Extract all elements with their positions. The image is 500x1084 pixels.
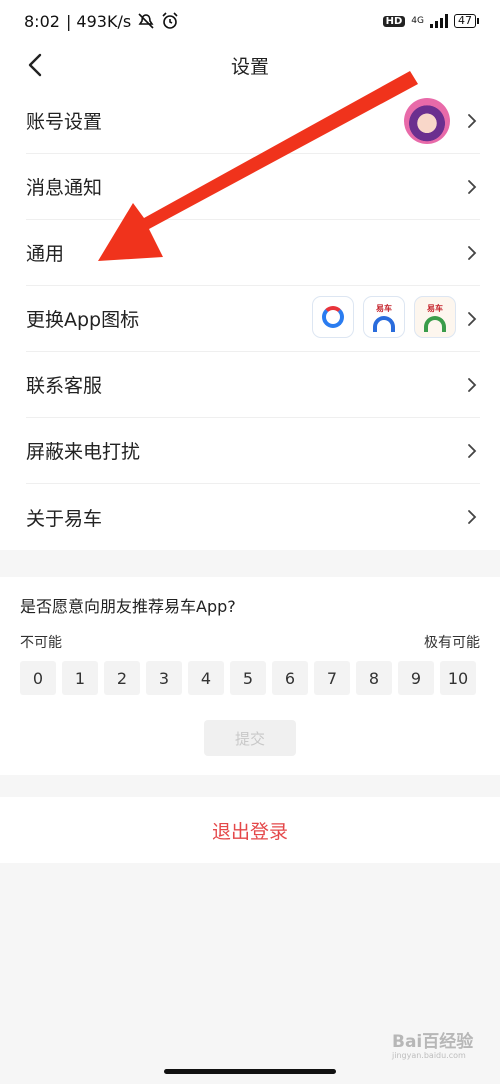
survey-high-label: 极有可能 (424, 635, 480, 651)
app-icon-brand: 易车 (376, 303, 392, 313)
yiche-logo-icon (322, 306, 344, 328)
settings-item-label: 账号设置 (26, 111, 103, 133)
app-icon-option-festive[interactable]: 易车 (414, 296, 456, 338)
score-option-7[interactable]: 7 (314, 661, 350, 695)
settings-item-label: 关于易车 (26, 507, 103, 530)
settings-item-account[interactable]: 账号设置 (26, 88, 480, 154)
app-icon-options: 易车 易车 (312, 296, 456, 338)
festive-arch-icon (424, 315, 446, 332)
settings-item-about[interactable]: 关于易车 (26, 484, 480, 550)
score-option-5[interactable]: 5 (230, 661, 266, 695)
survey-low-label: 不可能 (20, 635, 62, 651)
arch-icon (373, 315, 395, 332)
status-speed: | 493K/s (65, 11, 132, 31)
home-indicator[interactable] (164, 1069, 336, 1074)
settings-page: 8:02 | 493K/s HD 4G 47 设置 账号设置 消息通知 通用 更… (0, 0, 500, 1084)
battery-icon: 47 (454, 14, 479, 28)
settings-item-label: 更换App图标 (26, 309, 140, 331)
app-icon-option-arch[interactable]: 易车 (363, 296, 405, 338)
signal-icon (430, 14, 448, 28)
network-type: 4G (411, 16, 424, 26)
app-icon-brand: 易车 (427, 303, 443, 313)
alarm-icon (162, 12, 178, 29)
settings-item-label: 消息通知 (26, 177, 103, 199)
watermark: Bai百经验 jingyan.baidu.com (392, 1025, 482, 1061)
logout-label: 退出登录 (211, 820, 288, 843)
score-option-9[interactable]: 9 (398, 661, 434, 695)
settings-item-general[interactable]: 通用 (26, 220, 480, 286)
score-option-6[interactable]: 6 (272, 661, 308, 695)
settings-item-label: 通用 (26, 243, 65, 265)
nav-bar: 设置 (0, 42, 500, 88)
mute-icon (138, 13, 154, 29)
logout-button[interactable]: 退出登录 (0, 797, 500, 863)
status-right: HD 4G 47 (382, 14, 479, 28)
settings-item-customer-service[interactable]: 联系客服 (26, 352, 480, 418)
settings-item-label: 联系客服 (26, 375, 103, 397)
chevron-right-icon (468, 443, 477, 458)
settings-item-label: 屏蔽来电打扰 (26, 441, 141, 463)
score-option-4[interactable]: 4 (188, 661, 224, 695)
hd-badge: HD (382, 15, 406, 27)
status-time: 8:02 (24, 11, 60, 31)
page-title: 设置 (230, 55, 269, 78)
score-options: 0 1 2 3 4 5 6 7 8 9 10 (20, 661, 476, 695)
recommend-survey: 是否愿意向朋友推荐易车App? 不可能 极有可能 0 1 2 3 4 5 6 7… (0, 577, 500, 775)
chevron-right-icon (468, 113, 477, 128)
chevron-right-icon (468, 377, 477, 392)
watermark-url: jingyan.baidu.com (392, 1051, 466, 1060)
status-left: 8:02 | 493K/s (24, 12, 179, 31)
settings-list: 账号设置 消息通知 通用 更换App图标 易车 易车 联系客服 屏蔽来电打扰 关… (0, 88, 500, 550)
settings-item-block-calls[interactable]: 屏蔽来电打扰 (26, 418, 480, 484)
score-option-8[interactable]: 8 (356, 661, 392, 695)
score-option-1[interactable]: 1 (62, 661, 98, 695)
score-option-3[interactable]: 3 (146, 661, 182, 695)
settings-item-app-icon[interactable]: 更换App图标 易车 易车 (26, 286, 480, 352)
score-option-0[interactable]: 0 (20, 661, 56, 695)
chevron-right-icon (468, 311, 477, 326)
settings-item-notifications[interactable]: 消息通知 (26, 154, 480, 220)
watermark-brand: Bai百经验 (392, 1032, 474, 1052)
score-option-2[interactable]: 2 (104, 661, 140, 695)
chevron-right-icon (468, 179, 477, 194)
avatar (404, 98, 450, 144)
chevron-left-icon (28, 53, 42, 77)
app-icon-option-classic[interactable] (312, 296, 354, 338)
score-option-10[interactable]: 10 (440, 661, 476, 695)
chevron-right-icon (468, 245, 477, 260)
survey-question: 是否愿意向朋友推荐易车App? (20, 597, 236, 616)
submit-button[interactable]: 提交 (204, 720, 296, 756)
back-button[interactable] (20, 50, 50, 80)
status-bar: 8:02 | 493K/s HD 4G 47 (0, 0, 500, 42)
chevron-right-icon (468, 510, 477, 524)
